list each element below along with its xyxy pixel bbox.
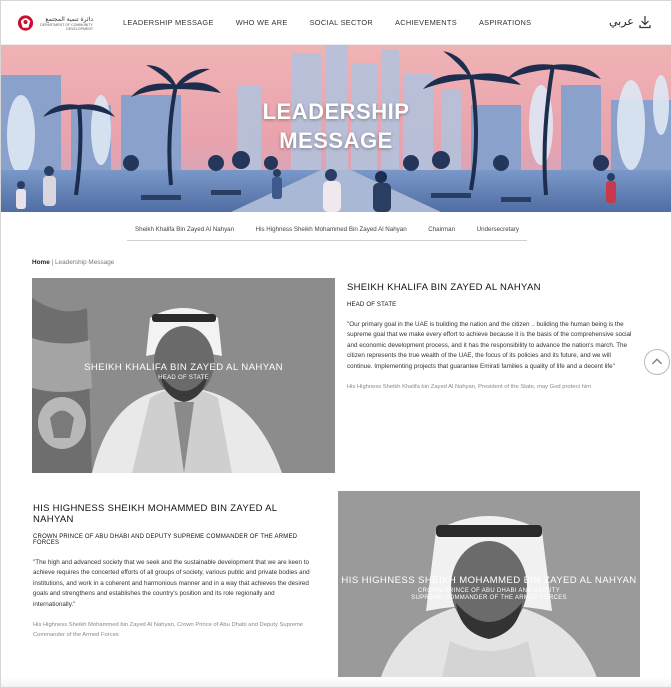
leader-photo-mohammed: HIS HIGHNESS SHEIKH MOHAMMED BIN ZAYED A… [338,491,640,687]
chevron-up-icon [651,358,663,365]
leader-role: CROWN PRINCE OF ABU DHABI AND DEPUTY SUP… [33,534,298,546]
scroll-to-top-button[interactable] [644,349,670,375]
photo-role-line1: CROWN PRINCE OF ABU DHABI AND DEPUTY [417,588,561,594]
emblem-icon [17,15,34,31]
photo-name: SHEIKH KHALIFA BIN ZAYED AL NAHYAN [84,362,283,373]
photo-caption-mohammed: HIS HIGHNESS SHEIKH MOHAMMED BIN ZAYED A… [338,575,640,601]
logo[interactable]: دائرة تنمية المجتمع DEPARTMENT OF COMMUN… [17,10,93,36]
quote-source: His Highness Sheikh Mohammed bin Zayed A… [33,622,304,638]
breadcrumb: Home | Leadership Message [32,259,114,266]
leader-quote: "The high and advanced society that we s… [33,559,310,608]
nav-aspirations[interactable]: ASPIRATIONS [479,18,531,27]
quote-source: His Highness Sheikh Khalifa bin Zayed Al… [347,384,591,391]
leader-info-khalifa: SHEIKH KHALIFA BIN ZAYED AL NAHYAN HEAD … [347,282,637,393]
hero-title-line1: LEADERSHIP [262,99,410,124]
photo-role: HEAD OF STATE [158,375,209,381]
language-toggle[interactable]: عربي [609,15,634,28]
page-bottom-fade [1,677,671,687]
download-icon[interactable] [639,15,651,29]
leader-role: HEAD OF STATE [347,302,397,308]
photo-role-line2: SUPREME COMMANDER OF THE ARMED FORCES [411,595,567,601]
tab-sheikh-mohammed[interactable]: His Highness Sheikh Mohammed Bin Zayed A… [256,223,407,240]
page: دائرة تنمية المجتمع DEPARTMENT OF COMMUN… [0,0,672,688]
photo-name: HIS HIGHNESS SHEIKH MOHAMMED BIN ZAYED A… [341,575,637,586]
hero-title: LEADERSHIP MESSAGE [1,97,671,155]
leader-info-mohammed: HIS HIGHNESS SHEIKH MOHAMMED BIN ZAYED A… [33,503,315,640]
leader-tabs: Sheikh Khalifa Bin Zayed Al Nahyan His H… [127,223,527,241]
hero-banner: LEADERSHIP MESSAGE [1,45,671,212]
tab-sheikh-khalifa[interactable]: Sheikh Khalifa Bin Zayed Al Nahyan [135,223,234,240]
logo-english: DEPARTMENT OF COMMUNITY DEVELOPMENT [40,22,93,31]
nav-achievements[interactable]: ACHIEVEMENTS [395,18,457,27]
site-header: دائرة تنمية المجتمع DEPARTMENT OF COMMUN… [1,1,671,45]
breadcrumb-separator: | [51,259,54,266]
leader-name: HIS HIGHNESS SHEIKH MOHAMMED BIN ZAYED A… [33,503,278,525]
photo-caption-khalifa: SHEIKH KHALIFA BIN ZAYED AL NAHYAN HEAD … [32,362,335,381]
breadcrumb-home[interactable]: Home [32,259,50,266]
leader-name: SHEIKH KHALIFA BIN ZAYED AL NAHYAN [347,282,541,293]
nav-social-sector[interactable]: SOCIAL SECTOR [310,18,373,27]
tab-undersecretary[interactable]: Undersecretary [477,223,519,240]
breadcrumb-current: Leadership Message [55,259,115,266]
tab-chairman[interactable]: Chairman [428,223,455,240]
nav-who-we-are[interactable]: WHO WE ARE [236,18,288,27]
leader-quote: "Our primary goal in the UAE is building… [347,321,632,370]
logo-arabic: دائرة تنمية المجتمع [45,15,93,23]
leader-photo-khalifa: SHEIKH KHALIFA BIN ZAYED AL NAHYAN HEAD … [32,278,335,473]
main-nav: LEADERSHIP MESSAGE WHO WE ARE SOCIAL SEC… [123,18,531,27]
nav-leadership-message[interactable]: LEADERSHIP MESSAGE [123,18,214,27]
hero-title-line2: MESSAGE [279,128,393,153]
